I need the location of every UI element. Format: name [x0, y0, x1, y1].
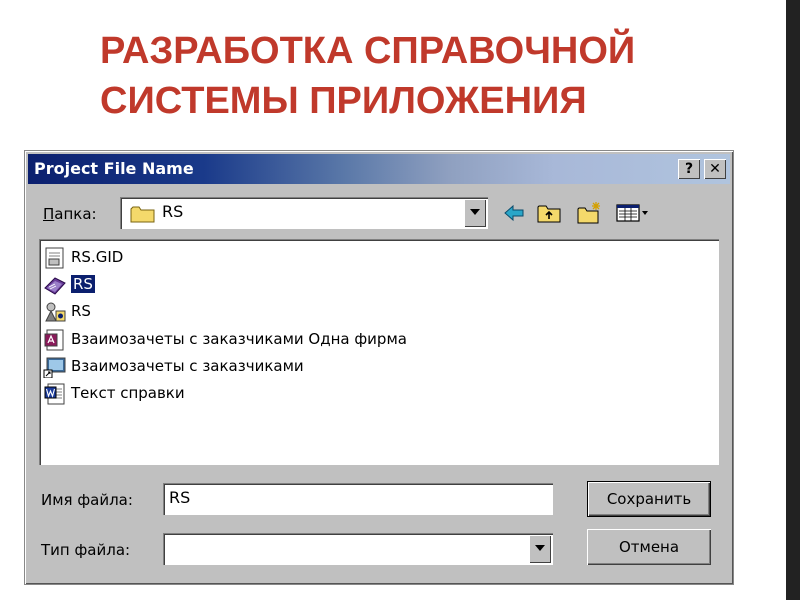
slide-title-line-2: СИСТЕМЫ ПРИЛОЖЕНИЯ: [100, 80, 587, 122]
folder-value: RS: [162, 202, 184, 221]
shortcut-file-icon: [43, 357, 66, 378]
file-list[interactable]: RS.GID RS RS Взаимозачеты с заказчиками …: [39, 239, 719, 465]
folder-label-rest: апка:: [54, 205, 97, 223]
file-name: RS: [71, 302, 91, 320]
filename-input[interactable]: RS: [163, 483, 553, 515]
cancel-button[interactable]: Отмена: [587, 529, 711, 565]
help-button[interactable]: ?: [678, 159, 700, 179]
filetype-combobox[interactable]: [163, 533, 553, 565]
gid-file-icon: [45, 247, 64, 269]
slide-title: РАЗРАБОТКА СПРАВОЧНОЙ СИСТЕМЫ ПРИЛОЖЕНИЯ: [100, 26, 720, 126]
folder-icon: [130, 206, 155, 223]
folder-label: Папка:: [43, 205, 97, 223]
access-file-icon: [44, 329, 64, 351]
file-name-selected: RS: [71, 275, 95, 293]
create-new-folder-icon[interactable]: [576, 201, 602, 225]
file-name: Текст справки: [71, 384, 185, 402]
close-button[interactable]: ✕: [704, 159, 726, 179]
slide-edge-stripe: [786, 0, 800, 600]
dialog-title: Project File Name: [34, 159, 194, 178]
view-menu-icon[interactable]: [615, 201, 651, 225]
help-project-icon: [45, 302, 66, 322]
up-one-level-icon[interactable]: [536, 201, 562, 225]
filename-label: Имя файла:: [41, 491, 133, 509]
file-name: Взаимозачеты с заказчиками Одна фирма: [71, 330, 407, 348]
folder-combobox[interactable]: RS: [120, 197, 488, 229]
help-book-icon: [44, 277, 66, 295]
filetype-dropdown-arrow[interactable]: [529, 535, 551, 563]
folder-dropdown-arrow[interactable]: [464, 199, 486, 227]
filetype-label: Тип файла:: [41, 541, 131, 559]
filename-value: RS: [169, 488, 191, 507]
dialog-titlebar[interactable]: Project File Name ? ✕: [28, 154, 730, 184]
save-button[interactable]: Сохранить: [587, 481, 711, 517]
back-arrow-icon[interactable]: [501, 201, 527, 225]
slide-title-line-1: РАЗРАБОТКА СПРАВОЧНОЙ: [100, 30, 636, 72]
file-name: RS.GID: [71, 248, 124, 266]
file-name: Взаимозачеты с заказчиками: [71, 357, 304, 375]
word-document-icon: [44, 383, 65, 405]
save-file-dialog: Project File Name ? ✕ Папка: RS RS.GID R…: [24, 150, 734, 585]
